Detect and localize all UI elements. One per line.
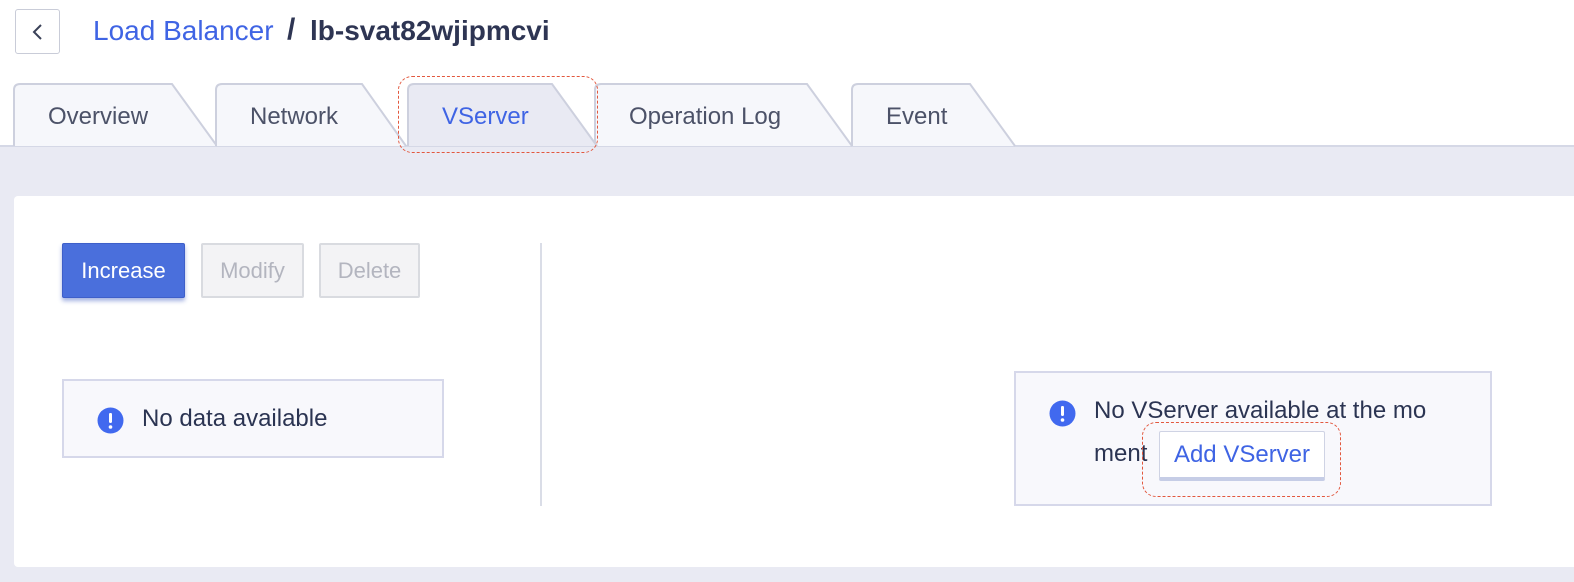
tab-event-label: Event	[886, 103, 948, 130]
delete-button: Delete	[319, 243, 420, 298]
increase-button[interactable]: Increase	[62, 243, 185, 298]
page-title: lb-svat82wjipmcvi	[310, 15, 550, 46]
breadcrumb-load-balancer-link[interactable]: Load Balancer	[93, 15, 274, 47]
chevron-left-icon	[32, 23, 42, 40]
modify-button: Modify	[201, 243, 304, 298]
empty-notice-left-text: No data available	[142, 405, 328, 432]
tab-operation-log-label: Operation Log	[629, 103, 782, 130]
panel-divider	[540, 243, 542, 506]
add-vserver-button[interactable]: Add VServer	[1159, 431, 1325, 481]
info-icon	[1049, 400, 1076, 427]
tab-overview-label: Overview	[48, 103, 149, 130]
back-button[interactable]	[15, 9, 60, 54]
tab-network-label: Network	[250, 103, 339, 130]
breadcrumb-separator: /	[287, 13, 296, 46]
empty-notice-right-text: No VServer available at the mo	[1094, 397, 1427, 424]
empty-notice-right-text-continued: ment	[1094, 440, 1148, 467]
tab-vserver-label: VServer	[442, 103, 529, 130]
info-icon	[97, 407, 124, 434]
